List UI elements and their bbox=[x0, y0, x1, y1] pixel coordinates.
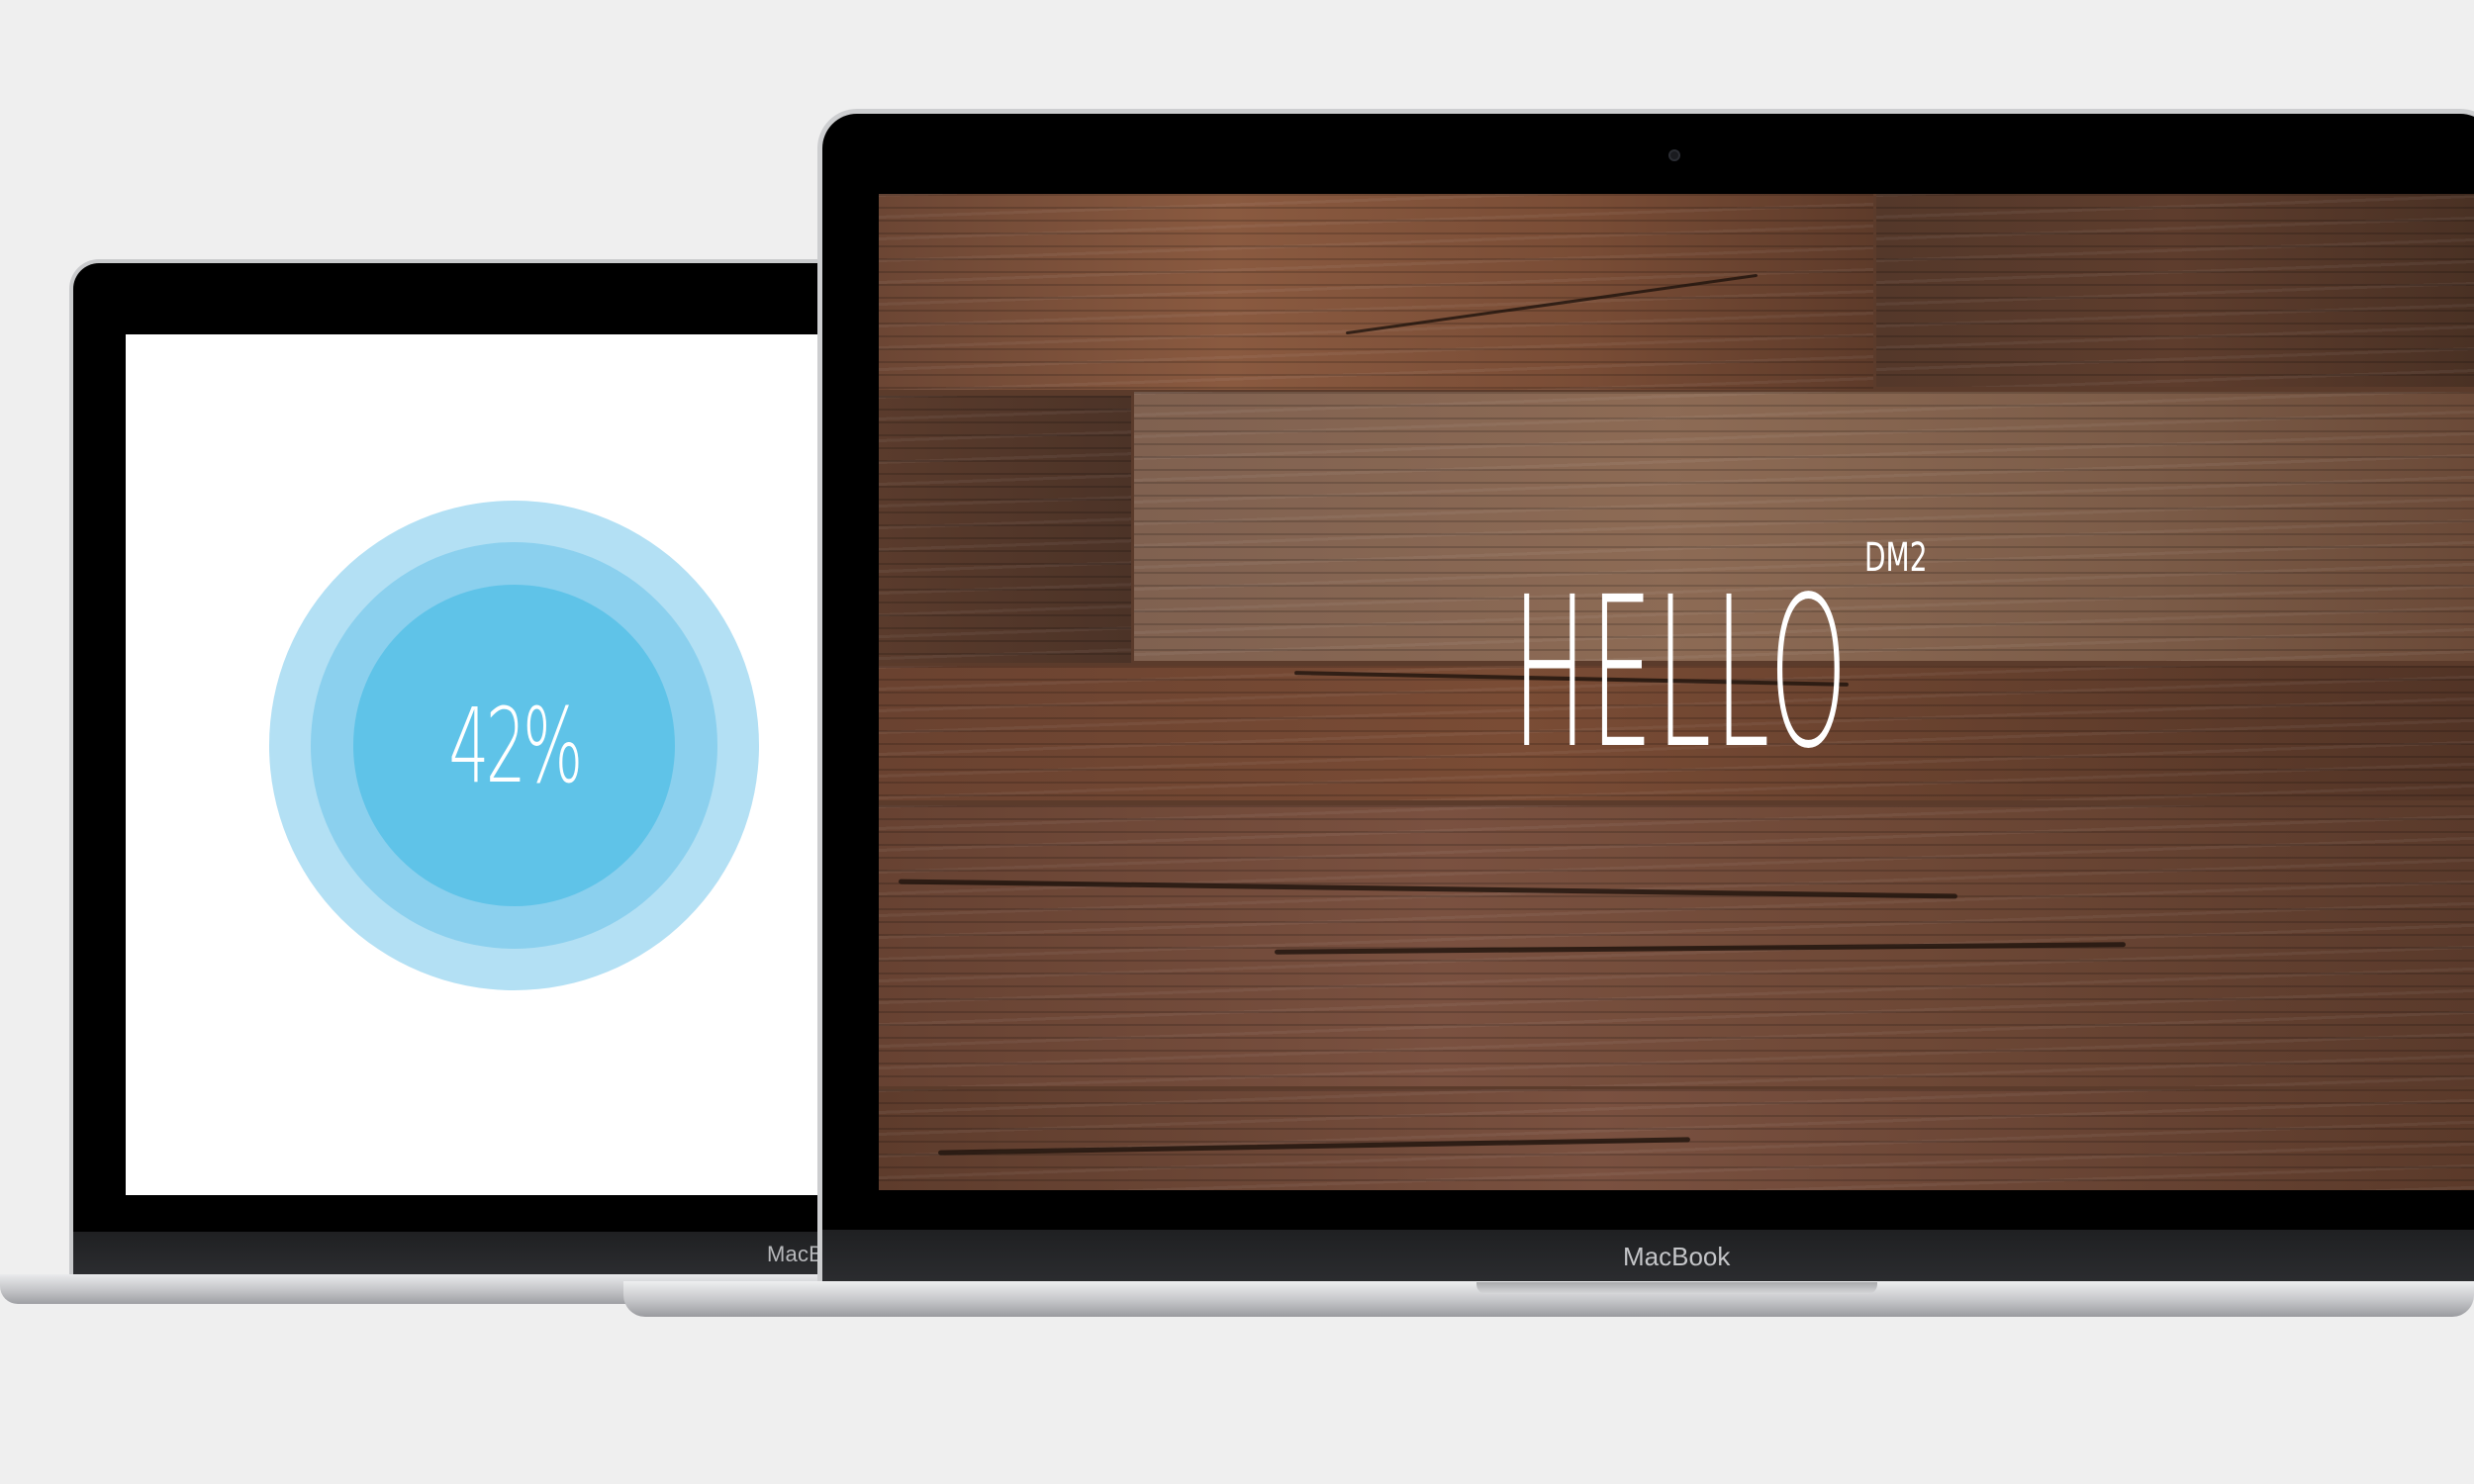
progress-value: 42% bbox=[448, 685, 583, 806]
outer-ring bbox=[269, 501, 759, 990]
stage: 42% MacBook HELLO DM2 MacBook bbox=[0, 0, 2474, 1484]
middle-ring bbox=[311, 542, 717, 949]
progress-rings: 42% bbox=[269, 501, 759, 990]
hello-title: HELLO bbox=[1512, 552, 1851, 794]
large-laptop-brand: MacBook bbox=[1623, 1242, 1731, 1271]
large-laptop-notch bbox=[1476, 1282, 1877, 1294]
large-laptop-screen: HELLO DM2 bbox=[879, 194, 2474, 1190]
small-laptop-screen: 42% bbox=[126, 334, 878, 1195]
small-laptop-lid bbox=[69, 259, 920, 1276]
small-laptop-chin bbox=[73, 1232, 916, 1276]
wood-plank bbox=[879, 396, 1131, 663]
inner-ring bbox=[353, 585, 675, 906]
wood-plank bbox=[1876, 194, 2474, 387]
wood-plank bbox=[879, 194, 1873, 390]
camera-icon bbox=[1668, 149, 1680, 161]
hello-superscript: DM2 bbox=[1864, 535, 1928, 581]
